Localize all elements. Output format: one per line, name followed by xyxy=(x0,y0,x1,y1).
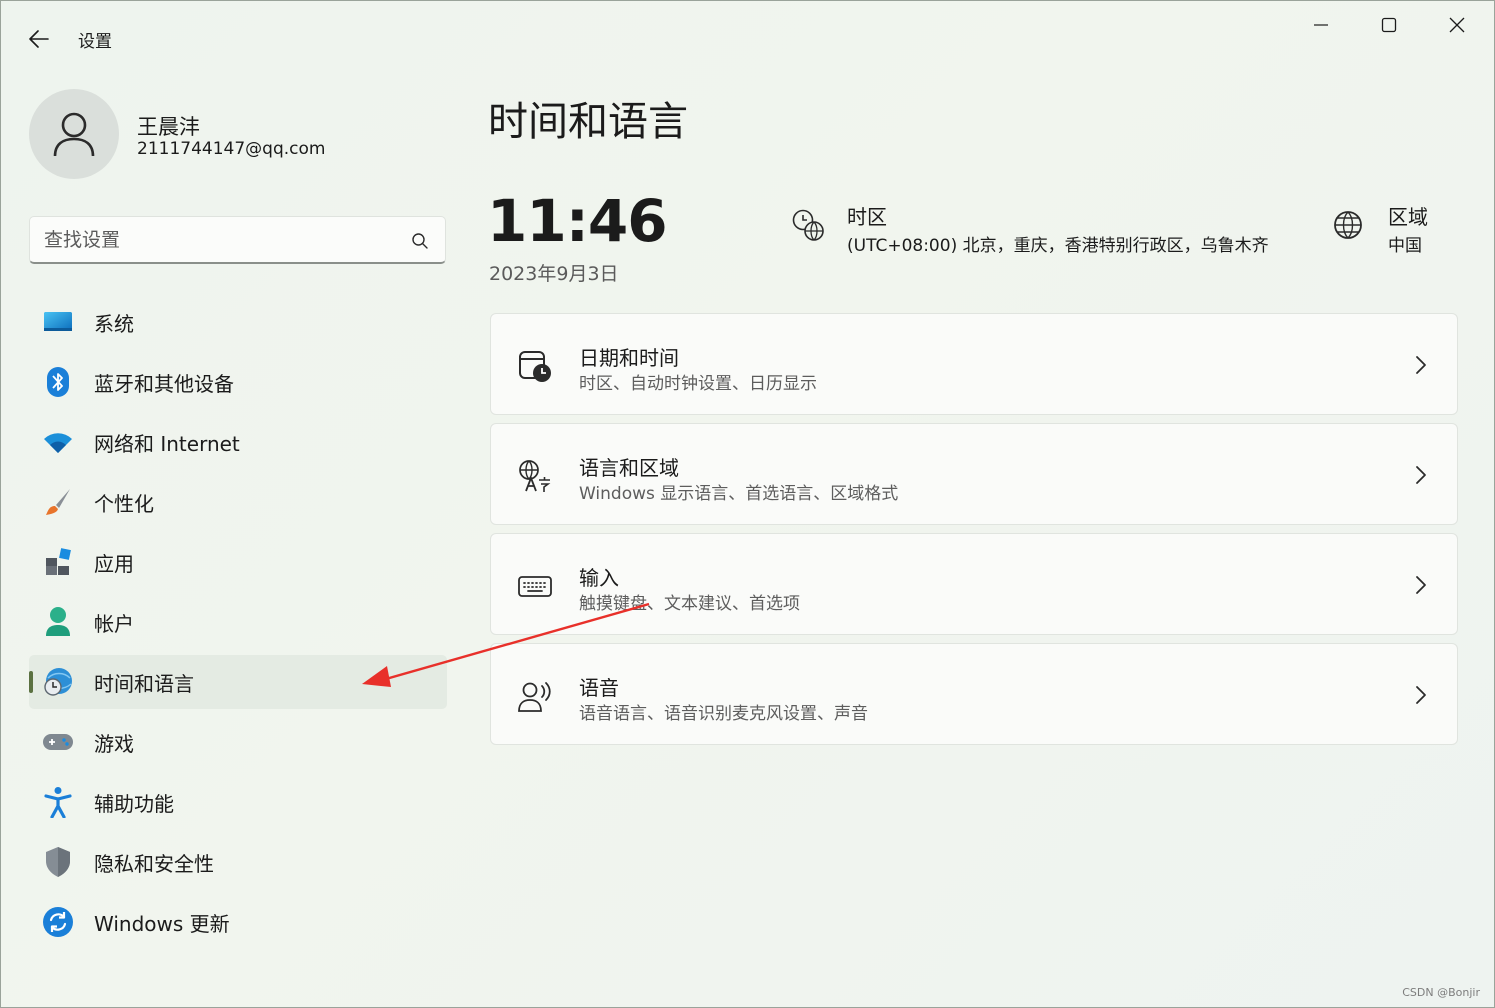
sidebar-item-system[interactable]: 系统 xyxy=(29,295,447,349)
sidebar-item-privacy[interactable]: 隐私和安全性 xyxy=(29,835,447,889)
settings-cards: 日期和时间 时区、自动时钟设置、日历显示 语言和区域 Windows 显示语言、… xyxy=(490,313,1458,753)
search-icon[interactable] xyxy=(411,232,429,250)
avatar[interactable] xyxy=(29,89,119,179)
sidebar-item-label: 游戏 xyxy=(94,731,134,756)
card-typing[interactable]: 输入 触摸键盘、文本建议、首选项 xyxy=(490,533,1458,635)
user-icon xyxy=(53,112,95,157)
current-time: 11:46 xyxy=(487,187,668,255)
selection-indicator xyxy=(29,671,33,693)
card-title: 语音 xyxy=(579,676,619,700)
speech-icon xyxy=(518,682,551,712)
sidebar-item-bluetooth[interactable]: 蓝牙和其他设备 xyxy=(29,355,447,409)
sidebar-item-gaming[interactable]: 游戏 xyxy=(29,715,447,769)
card-language-region[interactable]: 语言和区域 Windows 显示语言、首选语言、区域格式 xyxy=(490,423,1458,525)
card-subtitle: 语音语言、语音识别麦克风设置、声音 xyxy=(579,704,868,724)
account-icon xyxy=(41,605,75,639)
timezone-icon xyxy=(792,209,824,241)
bluetooth-icon xyxy=(41,365,75,399)
chevron-right-icon xyxy=(1416,686,1426,704)
watermark: CSDN @Bonjir xyxy=(1402,986,1480,999)
update-icon xyxy=(41,905,75,939)
close-icon xyxy=(1449,17,1465,33)
sidebar-item-label: 时间和语言 xyxy=(94,671,194,696)
sidebar-item-accessibility[interactable]: 辅助功能 xyxy=(29,775,447,829)
sidebar-item-label: 系统 xyxy=(94,311,134,336)
page-title: 时间和语言 xyxy=(488,99,688,145)
sidebar-item-label: 辅助功能 xyxy=(94,791,174,816)
sidebar-item-apps[interactable]: 应用 xyxy=(29,535,447,589)
card-title: 输入 xyxy=(579,566,619,590)
search-box xyxy=(29,216,446,264)
sidebar-item-accounts[interactable]: 帐户 xyxy=(29,595,447,649)
minimize-button[interactable] xyxy=(1287,1,1355,49)
gamepad-icon xyxy=(41,725,75,759)
keyboard-icon xyxy=(518,576,552,597)
card-title: 语言和区域 xyxy=(579,456,679,480)
close-button[interactable] xyxy=(1423,1,1491,49)
card-subtitle: 触摸键盘、文本建议、首选项 xyxy=(579,594,800,614)
user-email: 2111744147@qq.com xyxy=(137,139,326,159)
globe-icon xyxy=(1334,211,1362,239)
timezone-title: 时区 xyxy=(847,205,887,229)
accessibility-icon xyxy=(41,785,75,819)
calendar-clock-icon xyxy=(519,351,551,382)
language-icon xyxy=(519,460,551,492)
user-name: 王晨沣 xyxy=(137,115,200,139)
wifi-icon xyxy=(41,425,75,459)
card-title: 日期和时间 xyxy=(579,346,679,370)
sidebar-item-label: 隐私和安全性 xyxy=(94,851,214,876)
chevron-right-icon xyxy=(1416,576,1426,594)
back-arrow-icon xyxy=(29,30,49,48)
minimize-icon xyxy=(1314,24,1328,26)
title-bar: 设置 xyxy=(1,1,1494,75)
chevron-right-icon xyxy=(1416,356,1426,374)
region-title: 区域 xyxy=(1388,205,1428,229)
card-subtitle: Windows 显示语言、首选语言、区域格式 xyxy=(579,484,899,504)
shield-icon xyxy=(41,845,75,879)
region-value: 中国 xyxy=(1388,236,1422,256)
sidebar-item-windows-update[interactable]: Windows 更新 xyxy=(29,895,447,949)
card-subtitle: 时区、自动时钟设置、日历显示 xyxy=(579,374,817,394)
current-date: 2023年9月3日 xyxy=(489,263,619,285)
chevron-right-icon xyxy=(1416,466,1426,484)
sidebar-item-label: 网络和 Internet xyxy=(94,431,240,456)
sidebar-item-label: Windows 更新 xyxy=(94,911,230,936)
card-date-time[interactable]: 日期和时间 时区、自动时钟设置、日历显示 xyxy=(490,313,1458,415)
brush-icon xyxy=(41,485,75,519)
maximize-button[interactable] xyxy=(1355,1,1423,49)
back-button[interactable] xyxy=(21,21,57,57)
monitor-icon xyxy=(41,305,75,339)
sidebar-item-label: 帐户 xyxy=(94,611,134,636)
settings-window: 设置 王晨沣 2111744147@qq.com 系统 xyxy=(0,0,1495,1008)
sidebar-item-label: 应用 xyxy=(94,551,134,576)
sidebar-item-time-language[interactable]: 时间和语言 xyxy=(29,655,447,709)
sidebar-item-label: 个性化 xyxy=(94,491,154,516)
card-speech[interactable]: 语音 语音语言、语音识别麦克风设置、声音 xyxy=(490,643,1458,745)
sidebar-nav: 系统 蓝牙和其他设备 网络和 Internet 个性化 应用 帐户 时间和语言 … xyxy=(29,295,447,955)
search-input[interactable] xyxy=(44,227,394,253)
sidebar-item-network[interactable]: 网络和 Internet xyxy=(29,415,447,469)
sidebar-item-label: 蓝牙和其他设备 xyxy=(94,371,234,396)
maximize-icon xyxy=(1381,17,1397,33)
globe-clock-icon xyxy=(41,665,75,699)
apps-icon xyxy=(41,545,75,579)
timezone-value: (UTC+08:00) 北京，重庆，香港特别行政区，乌鲁木齐 xyxy=(847,236,1269,256)
sidebar-item-personalization[interactable]: 个性化 xyxy=(29,475,447,529)
app-title: 设置 xyxy=(78,32,112,52)
